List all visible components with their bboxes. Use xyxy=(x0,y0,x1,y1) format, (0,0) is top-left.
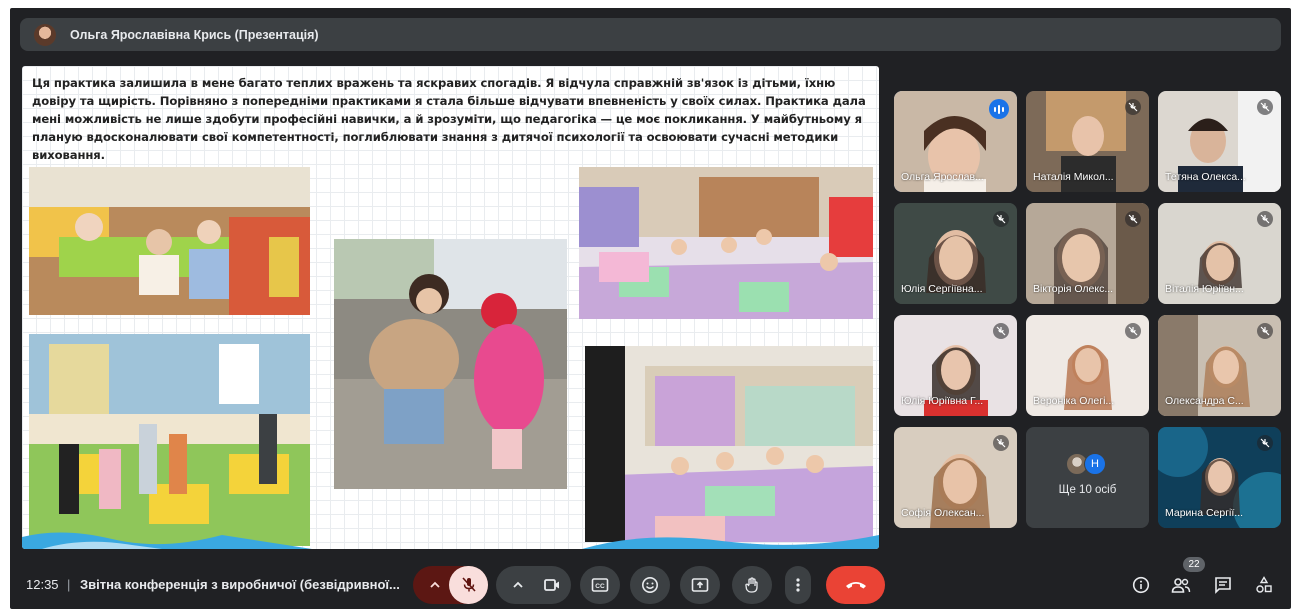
activities-icon[interactable] xyxy=(1253,574,1275,596)
chat-icon[interactable] xyxy=(1212,574,1234,596)
photo-children-at-table xyxy=(29,167,310,315)
participant-tile[interactable]: Ольга Ярослав... xyxy=(894,91,1017,192)
video-options-chevron-icon[interactable] xyxy=(504,566,532,604)
muted-mic-icon xyxy=(1125,323,1141,339)
participant-tile[interactable]: Тетяна Олекса... xyxy=(1158,91,1281,192)
muted-mic-icon xyxy=(1257,99,1273,115)
photo-teacher-with-child xyxy=(334,239,567,489)
participant-tile[interactable]: Вікторія Олекс... xyxy=(1026,203,1149,304)
meeting-title: Звітна конференція з виробничої (безвідр… xyxy=(80,577,400,592)
presenter-avatar xyxy=(34,23,56,46)
slide-text: Ця практика залишила в мене багато тепли… xyxy=(32,76,866,162)
emoji-icon[interactable] xyxy=(630,566,670,604)
slide-decoration xyxy=(22,532,879,549)
participant-name: Ольга Ярослав... xyxy=(901,171,984,183)
participant-tile[interactable]: Вероніка Олегі... xyxy=(1026,315,1149,416)
info-icon[interactable] xyxy=(1130,574,1152,596)
participant-tile[interactable]: Олександра С... xyxy=(1158,315,1281,416)
more-vert-icon[interactable] xyxy=(785,566,811,604)
more-participants-tile[interactable]: Н Ще 10 осіб xyxy=(1026,427,1149,528)
microphone-control xyxy=(413,566,488,604)
meeting-controls-bar: 12:35 | Звітна конференція з виробничої … xyxy=(10,557,1291,609)
call-end-icon[interactable] xyxy=(826,566,885,604)
audio-options-chevron-icon[interactable] xyxy=(421,566,449,604)
participant-name: Вікторія Олекс... xyxy=(1033,283,1114,295)
photo-children-on-carpet xyxy=(585,346,873,542)
muted-mic-icon xyxy=(1257,435,1273,451)
muted-mic-icon xyxy=(1257,211,1273,227)
more-participants-avatars: Н xyxy=(1066,453,1112,477)
participant-name: Олександра С... xyxy=(1165,395,1244,407)
muted-mic-icon xyxy=(993,323,1009,339)
participant-tile[interactable]: Юлія Сергіївна... xyxy=(894,203,1017,304)
participant-name: Марина Сергії... xyxy=(1165,507,1244,519)
participant-tile[interactable]: Софія Олексан... xyxy=(894,427,1017,528)
photo-children-playing xyxy=(29,334,310,546)
participant-tile[interactable]: Наталія Микол... xyxy=(1026,91,1149,192)
people-count-badge: 22 xyxy=(1183,557,1205,572)
participant-name: Юлія Сергіївна... xyxy=(901,283,983,295)
participant-name: Софія Олексан... xyxy=(901,507,985,519)
participant-avatar: Н xyxy=(1084,453,1106,475)
raise-hand-icon[interactable] xyxy=(732,566,772,604)
separator: | xyxy=(67,577,71,592)
video-icon[interactable] xyxy=(532,566,571,604)
participant-name: Наталія Микол... xyxy=(1033,171,1114,183)
photo-children-on-mat xyxy=(579,167,873,319)
participant-name: Тетяна Олекса... xyxy=(1165,171,1246,183)
mic-off-icon[interactable] xyxy=(449,566,488,604)
participant-name: Віталія Юріївн... xyxy=(1165,283,1244,295)
participant-tile[interactable]: Юлія Юріївна Г... xyxy=(894,315,1017,416)
presentation-slide: Ця практика залишила в мене багато тепли… xyxy=(22,66,879,549)
camera-control xyxy=(496,566,571,604)
closed-captions-icon[interactable]: CC xyxy=(580,566,620,604)
presenter-name: Ольга Ярославівна Крись (Презентація) xyxy=(70,27,319,42)
muted-mic-icon xyxy=(993,211,1009,227)
speaking-indicator-icon xyxy=(989,99,1009,119)
muted-mic-icon xyxy=(1125,99,1141,115)
present-screen-icon[interactable] xyxy=(680,566,720,604)
participant-name: Вероніка Олегі... xyxy=(1033,395,1115,407)
participant-tile[interactable]: Віталія Юріївн... xyxy=(1158,203,1281,304)
muted-mic-icon xyxy=(1125,211,1141,227)
presenter-bar: Ольга Ярославівна Крись (Презентація) xyxy=(20,18,1281,51)
people-icon[interactable] xyxy=(1170,574,1192,596)
meeting-time: 12:35 xyxy=(26,577,59,592)
muted-mic-icon xyxy=(1257,323,1273,339)
svg-text:CC: CC xyxy=(595,583,605,590)
participant-tile[interactable]: Марина Сергії... xyxy=(1158,427,1281,528)
muted-mic-icon xyxy=(993,435,1009,451)
more-participants-label: Ще 10 осіб xyxy=(1058,484,1117,496)
participant-name: Юлія Юріївна Г... xyxy=(901,395,984,407)
meet-window: Ольга Ярославівна Крись (Презентація) Ця… xyxy=(10,8,1291,609)
